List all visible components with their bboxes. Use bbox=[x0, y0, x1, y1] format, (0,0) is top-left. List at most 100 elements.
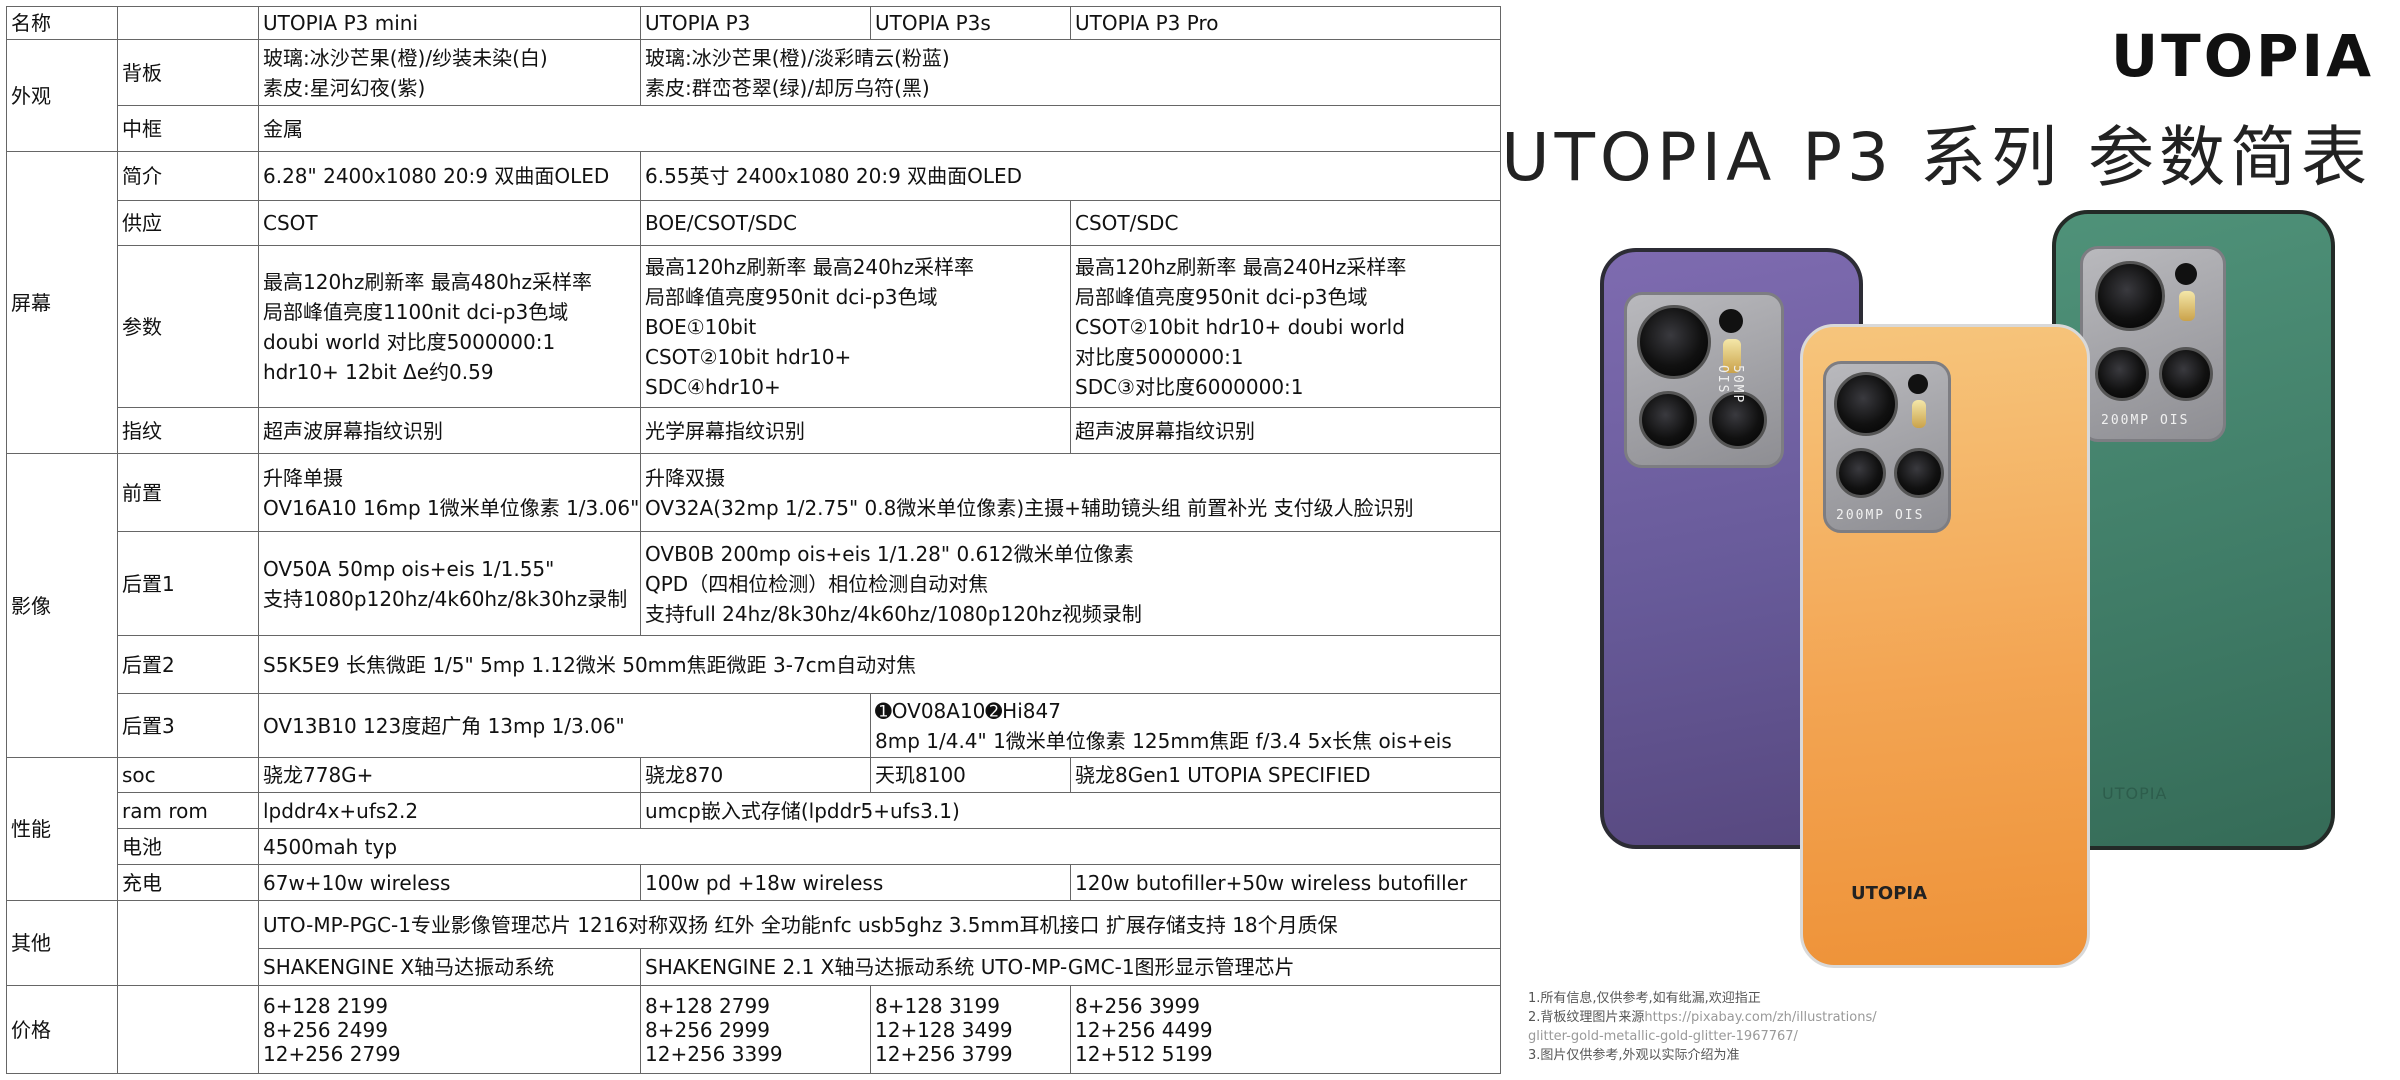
table-row: 影像 前置 升降单摄 OV16A10 16mp 1微米单位像素 1/3.06" … bbox=[6, 453, 1501, 758]
camera-lens bbox=[2159, 347, 2213, 401]
model-name: UTOPIA P3 mini bbox=[258, 6, 641, 40]
row-label: 中框 bbox=[117, 105, 259, 152]
model-name: UTOPIA P3s bbox=[870, 6, 1071, 40]
row-label: ram rom bbox=[117, 792, 259, 829]
cell-value: umcp嵌入式存储(lpddr5+ufs3.1) bbox=[640, 792, 1501, 829]
cell-value: OV50A 50mp ois+eis 1/1.55" 支持1080p120hz/… bbox=[258, 531, 641, 636]
module-label: 50MP OIS bbox=[1715, 365, 1745, 405]
module-label: 200MP OIS bbox=[2101, 413, 2190, 428]
cell-value: 超声波屏幕指纹识别 bbox=[1070, 407, 1501, 454]
category-appearance: 外观 bbox=[6, 39, 118, 152]
camera-module: 200MP OIS bbox=[1823, 361, 1951, 533]
flash-icon bbox=[1912, 400, 1926, 428]
camera-lens bbox=[1639, 391, 1697, 449]
camera-lens bbox=[1836, 448, 1886, 498]
footnote: 3.图片仅供参考,外观以实际介绍为准 bbox=[1528, 1048, 1740, 1063]
phone-brand-label: UTOPIA bbox=[1851, 883, 1928, 904]
row-label: 后置1 bbox=[117, 531, 259, 636]
sensor-dot bbox=[1719, 309, 1743, 333]
camera-lens bbox=[1637, 305, 1711, 379]
phone-green-image: 200MP OIS UTOPIA bbox=[2052, 210, 2335, 850]
brand-logo: UTOPIA bbox=[2111, 22, 2374, 90]
cell-value: S5K5E9 长焦微距 1/5" 5mp 1.12微米 50mm焦距微距 3-7… bbox=[258, 635, 1501, 694]
source-link[interactable]: glitter-gold-metallic-gold-glitter-19677… bbox=[1528, 1027, 1877, 1046]
row-label: 后置3 bbox=[117, 693, 259, 758]
footnote: 2.背板纹理图片来源https://pixabay.com/zh/illustr… bbox=[1528, 1008, 1877, 1027]
cell-value: 4500mah typ bbox=[258, 828, 1501, 865]
row-label-empty bbox=[117, 900, 259, 986]
table-row: 其他 UTO-MP-PGC-1专业影像管理芯片 1216对称双扬 红外 全功能n… bbox=[6, 900, 1501, 986]
model-name: UTOPIA P3 bbox=[640, 6, 871, 40]
footnotes: 1.所有信息,仅供参考,如有纰漏,欢迎指正 2.背板纹理图片来源https://… bbox=[1528, 989, 1877, 1065]
category-other: 其他 bbox=[6, 900, 118, 986]
cell-value: OV13B10 123度超广角 13mp 1/3.06" bbox=[258, 693, 871, 758]
category-camera: 影像 bbox=[6, 453, 118, 758]
model-name: UTOPIA P3 Pro bbox=[1070, 6, 1501, 40]
cell-value: 金属 bbox=[258, 105, 1501, 152]
cell-value: 8+256 3999 12+256 4499 12+512 5199 bbox=[1070, 985, 1501, 1074]
cell-value: UTO-MP-PGC-1专业影像管理芯片 1216对称双扬 红外 全功能nfc … bbox=[258, 900, 1501, 949]
camera-lens bbox=[2095, 347, 2149, 401]
table-row: 后置2 S5K5E9 长焦微距 1/5" 5mp 1.12微米 50mm焦距微距… bbox=[7, 635, 1501, 694]
row-label: 供应 bbox=[117, 200, 259, 246]
cell-value: 升降双摄 OV32A(32mp 1/2.75" 0.8微米单位像素)主摄+辅助镜… bbox=[640, 453, 1501, 532]
table-row: 外观 背板 玻璃:冰沙芒果(橙)/纱装未染(白) 素皮:星河幻夜(紫) 玻璃:冰… bbox=[6, 39, 1501, 152]
row-label: 简介 bbox=[117, 151, 259, 201]
table-row: 指纹 超声波屏幕指纹识别 光学屏幕指纹识别 超声波屏幕指纹识别 bbox=[7, 407, 1501, 454]
header-row: 名称 UTOPIA P3 mini UTOPIA P3 UTOPIA P3s U… bbox=[6, 6, 1501, 40]
cell-value: 最高120hz刷新率 最高480hz采样率 局部峰值亮度1100nit dci-… bbox=[258, 245, 641, 408]
cell-value: 骁龙778G+ bbox=[258, 757, 641, 793]
cell-value: 6.28" 2400x1080 20:9 双曲面OLED bbox=[258, 151, 641, 201]
cell-value: BOE/CSOT/SDC bbox=[640, 200, 1071, 246]
camera-module: 50MP OIS bbox=[1624, 292, 1784, 468]
category-performance: 性能 bbox=[6, 757, 118, 901]
table-row: 后置3 OV13B10 123度超广角 13mp 1/3.06" ➊OV08A1… bbox=[7, 693, 1501, 758]
footnote: 1.所有信息,仅供参考,如有纰漏,欢迎指正 bbox=[1528, 991, 1761, 1006]
row-label: 指纹 bbox=[117, 407, 259, 454]
cell-value: 升降单摄 OV16A10 16mp 1微米单位像素 1/3.06" bbox=[258, 453, 641, 532]
table-row: 参数 最高120hz刷新率 最高480hz采样率 局部峰值亮度1100nit d… bbox=[7, 245, 1501, 408]
cell-value: 天玑8100 bbox=[870, 757, 1071, 793]
source-link[interactable]: https://pixabay.com/zh/illustrations/ bbox=[1644, 1010, 1876, 1025]
cell-value: 玻璃:冰沙芒果(橙)/淡彩晴云(粉蓝) 素皮:群峦苍翠(绿)/却厉乌符(黑) bbox=[640, 39, 1501, 106]
camera-lens bbox=[2095, 261, 2165, 331]
cell-value: SHAKENGINE X轴马达振动系统 bbox=[258, 948, 641, 986]
sensor-dot bbox=[2175, 263, 2197, 285]
cell-value: 6.55英寸 2400x1080 20:9 双曲面OLED bbox=[640, 151, 1501, 201]
cell-value: CSOT bbox=[258, 200, 641, 246]
cell-value: 120w butofiller+50w wireless butofiller bbox=[1070, 864, 1501, 901]
cell-value: 8+128 2799 8+256 2999 12+256 3399 bbox=[640, 985, 871, 1074]
row-label: 背板 bbox=[117, 39, 259, 106]
table-row: 电池 4500mah typ bbox=[7, 828, 1501, 865]
page-title: UTOPIA P3 系列 参数简表 bbox=[1501, 119, 2372, 196]
footnote-text: 2.背板纹理图片来源 bbox=[1528, 1010, 1645, 1025]
table-row: 屏幕 简介 6.28" 2400x1080 20:9 双曲面OLED 6.55英… bbox=[6, 151, 1501, 454]
table-row: 后置1 OV50A 50mp ois+eis 1/1.55" 支持1080p12… bbox=[7, 531, 1501, 636]
category-price: 价格 bbox=[6, 985, 118, 1074]
table-row: 供应 CSOT BOE/CSOT/SDC CSOT/SDC bbox=[7, 200, 1501, 246]
header-label: 名称 bbox=[6, 6, 118, 40]
row-label-empty bbox=[117, 985, 259, 1074]
cell-value: 超声波屏幕指纹识别 bbox=[258, 407, 641, 454]
row-label: soc bbox=[117, 757, 259, 793]
sensor-dot bbox=[1908, 374, 1928, 394]
camera-module: 200MP OIS bbox=[2080, 246, 2226, 442]
cell-value: 6+128 2199 8+256 2499 12+256 2799 bbox=[258, 985, 641, 1074]
cell-value: 玻璃:冰沙芒果(橙)/纱装未染(白) 素皮:星河幻夜(紫) bbox=[258, 39, 641, 106]
phone-brand-label: UTOPIA bbox=[2102, 784, 2168, 803]
cell-value: OVB0B 200mp ois+eis 1/1.28" 0.612微米单位像素 … bbox=[640, 531, 1501, 636]
cell-value: 骁龙8Gen1 UTOPIA SPECIFIED bbox=[1070, 757, 1501, 793]
module-label: 200MP OIS bbox=[1836, 508, 1925, 523]
table-row: 中框 金属 bbox=[7, 105, 1501, 152]
flash-icon bbox=[2179, 291, 2195, 321]
header-empty bbox=[117, 6, 259, 40]
row-label: 电池 bbox=[117, 828, 259, 865]
row-label: 前置 bbox=[117, 453, 259, 532]
cell-value: 光学屏幕指纹识别 bbox=[640, 407, 1071, 454]
camera-lens bbox=[1894, 448, 1944, 498]
table-row: 性能 soc 骁龙778G+ 骁龙870 天玑8100 骁龙8Gen1 UTOP… bbox=[6, 757, 1501, 901]
row-label: 充电 bbox=[117, 864, 259, 901]
table-row: 价格 6+128 2199 8+256 2499 12+256 2799 8+1… bbox=[6, 985, 1501, 1074]
row-label: 后置2 bbox=[117, 635, 259, 694]
cell-value: 67w+10w wireless bbox=[258, 864, 641, 901]
